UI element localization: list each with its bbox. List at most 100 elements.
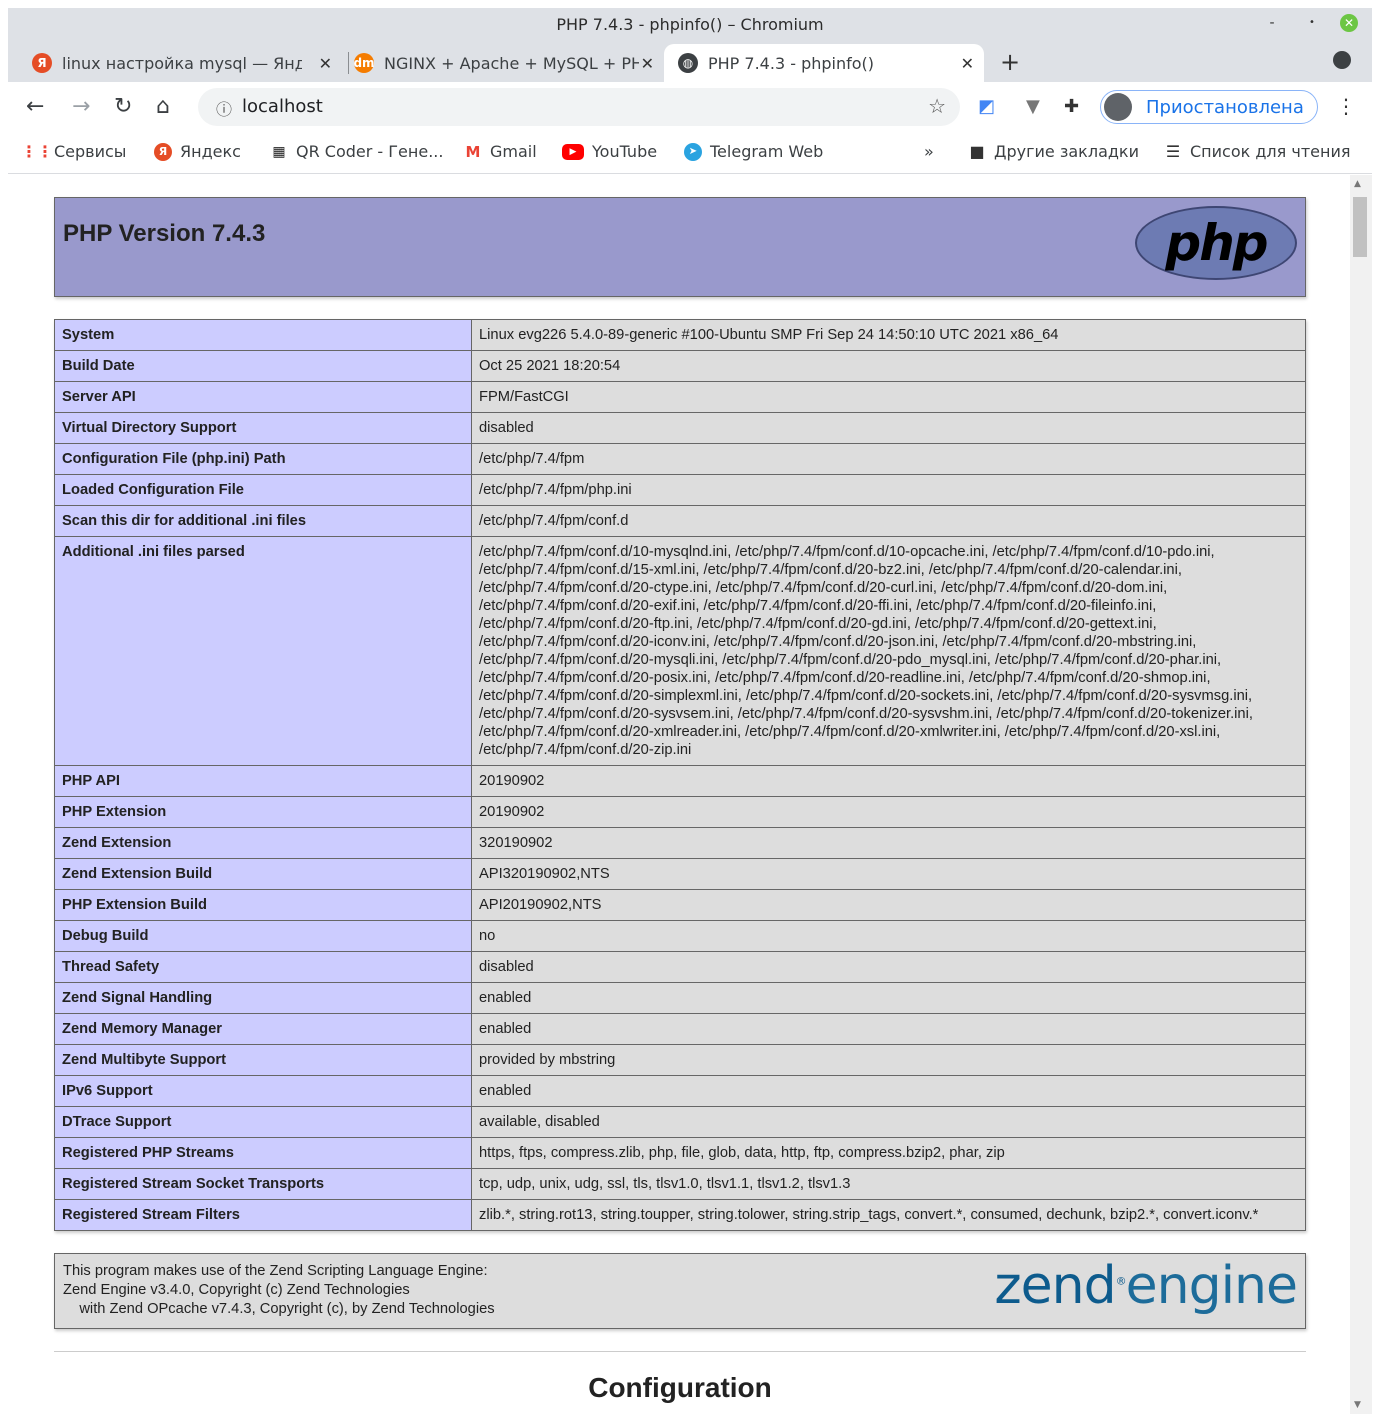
info-key: PHP API [54,765,472,797]
phpinfo-container: PHP Version 7.4.3 php System Linux evg226… [54,197,1306,1404]
info-value: /etc/php/7.4/fpm/conf.d/10-mysqlnd.ini, … [471,536,1306,766]
bookmark-label: QR Coder - Гене... [296,142,444,161]
php-logo[interactable]: php [1135,206,1297,280]
apps-grid-icon: ⋮⋮ [21,142,53,161]
table-row: System Linux evg226 5.4.0-89-generic #100… [54,319,1306,351]
tab-strip: Я linux настройка mysql — Янд ✕ dm NGINX… [8,38,1372,82]
bookmark-label: Gmail [490,142,537,161]
tab-yandex[interactable]: Я linux настройка mysql — Янд ✕ [32,44,342,82]
site-info-icon[interactable]: ⓘ [216,96,232,120]
info-value: disabled [471,951,1306,983]
translate-extension-icon[interactable]: ◩ [978,96,995,117]
table-row: Virtual Directory Support disabled [54,412,1306,444]
table-row: Registered Stream Socket Transports tcp, … [54,1168,1306,1200]
info-key: Zend Signal Handling [54,982,472,1014]
bookmark-services[interactable]: ⋮⋮ Сервисы [21,142,126,161]
extensions-puzzle-icon[interactable]: ✚ [1064,96,1079,117]
tab-divider [348,52,349,74]
dm-icon: dm [353,53,375,73]
info-key: Loaded Configuration File [54,474,472,506]
bookmark-yandex[interactable]: Я Яндекс [154,142,241,161]
reload-icon[interactable]: ↻ [114,94,132,119]
info-value: zlib.*, string.rot13, string.toupper, st… [471,1199,1306,1231]
zend-engine-logo[interactable]: zend®engine [994,1256,1298,1316]
info-value: no [471,920,1306,952]
bookmark-other-folder[interactable]: ■ Другие закладки [968,142,1139,161]
table-row: IPv6 Support enabled [54,1075,1306,1107]
info-key: PHP Extension Build [54,889,472,921]
info-value: Linux evg226 5.4.0-89-generic #100-Ubunt… [471,319,1306,351]
tab-search-icon[interactable] [1333,51,1351,69]
table-row: Loaded Configuration File/etc/php/7.4/fp… [54,474,1306,506]
gmail-icon: M [465,142,481,161]
close-tab-icon[interactable]: ✕ [961,54,974,73]
info-key: Registered PHP Streams [54,1137,472,1169]
zend-engine-text: This program makes use of the Zend Scrip… [63,1263,495,1317]
info-value: FPM/FastCGI [471,381,1306,413]
table-row: Zend Extension Build API320190902,NTS [54,858,1306,890]
info-key: Registered Stream Filters [54,1199,472,1231]
tab-phpinfo-active[interactable]: ◍ PHP 7.4.3 - phpinfo() ✕ [664,44,984,82]
info-value: /etc/php/7.4/fpm/conf.d [471,505,1306,537]
menu-kebab-icon[interactable]: ⋮ [1336,94,1356,118]
info-value: API320190902,NTS [471,858,1306,890]
info-value: Oct 25 2021 18:20:54 [471,350,1306,382]
php-version-header: PHP Version 7.4.3 php [54,197,1306,297]
system-info-table: System Linux evg226 5.4.0-89-generic #100… [54,319,1306,1231]
info-key: Additional .ini files parsed [54,536,472,766]
close-window-button[interactable]: ✕ [1340,14,1358,32]
back-arrow-icon[interactable]: ← [26,94,44,119]
engine-logo-word: engine [1125,1256,1298,1316]
scroll-down-arrow-icon[interactable]: ▼ [1354,1400,1361,1410]
table-row: Zend Extension 320190902 [54,827,1306,859]
zend-engine-box: This program makes use of the Zend Scrip… [54,1253,1306,1329]
profile-status-label: Приостановлена [1146,96,1304,118]
window-titlebar: PHP 7.4.3 - phpinfo() – Chromium - • ✕ [8,8,1372,38]
bookmark-star-icon[interactable]: ☆ [928,94,946,118]
vue-extension-icon[interactable]: ▼ [1026,96,1040,117]
reading-list-button[interactable]: ☰ Список для чтения [1164,142,1351,161]
bookmark-youtube[interactable]: ▶ YouTube [562,142,657,161]
info-value: enabled [471,1013,1306,1045]
profile-button[interactable]: Приостановлена [1100,90,1318,124]
info-value: disabled [471,412,1306,444]
bookmark-label: YouTube [592,142,658,161]
close-tab-icon[interactable]: ✕ [319,54,332,73]
tab-nginx[interactable]: dm NGINX + Apache + MySQL + PH ✕ [353,44,664,82]
info-value: 20190902 [471,765,1306,797]
table-row: Configuration File (php.ini) Path/etc/ph… [54,443,1306,475]
bookmarks-overflow-button[interactable]: » [924,142,934,161]
reading-list-icon: ☰ [1165,142,1181,161]
scroll-up-arrow-icon[interactable]: ▲ [1354,179,1361,189]
table-row: Zend Signal Handling enabled [54,982,1306,1014]
forward-arrow-icon[interactable]: → [72,94,90,119]
info-key: Server API [54,381,472,413]
maximize-button[interactable]: • [1303,14,1321,32]
bookmark-qr-coder[interactable]: ▦ QR Coder - Гене... [270,142,443,161]
table-row: Server API FPM/FastCGI [54,381,1306,413]
info-key: Zend Memory Manager [54,1013,472,1045]
table-row: Debug Build no [54,920,1306,952]
globe-icon: ◍ [678,53,698,73]
bookmark-label: Список для чтения [1190,142,1351,161]
info-key: Build Date [54,350,472,382]
info-value: enabled [471,1075,1306,1107]
table-row: Zend Multibyte Support provided by mbstri… [54,1044,1306,1076]
url-text[interactable]: localhost [242,96,323,117]
new-tab-button[interactable]: + [1000,48,1020,76]
registered-mark: ® [1115,1274,1127,1288]
telegram-icon: ➤ [684,142,702,161]
info-key: PHP Extension [54,796,472,828]
page-scrollbar[interactable]: ▲ ▼ [1350,175,1372,1414]
info-value: provided by mbstring [471,1044,1306,1076]
close-tab-icon[interactable]: ✕ [641,54,654,73]
scrollbar-thumb[interactable] [1353,197,1367,257]
bookmark-gmail[interactable]: M Gmail [464,142,537,161]
bookmark-telegram[interactable]: ➤ Telegram Web [684,142,823,161]
home-icon[interactable]: ⌂ [156,94,170,119]
address-bar[interactable]: ⓘ localhost ☆ [198,88,960,126]
bookmark-label: Telegram Web [710,142,824,161]
table-row: PHP API 20190902 [54,765,1306,797]
info-key: Scan this dir for additional .ini files [54,505,472,537]
minimize-button[interactable]: - [1263,14,1281,32]
